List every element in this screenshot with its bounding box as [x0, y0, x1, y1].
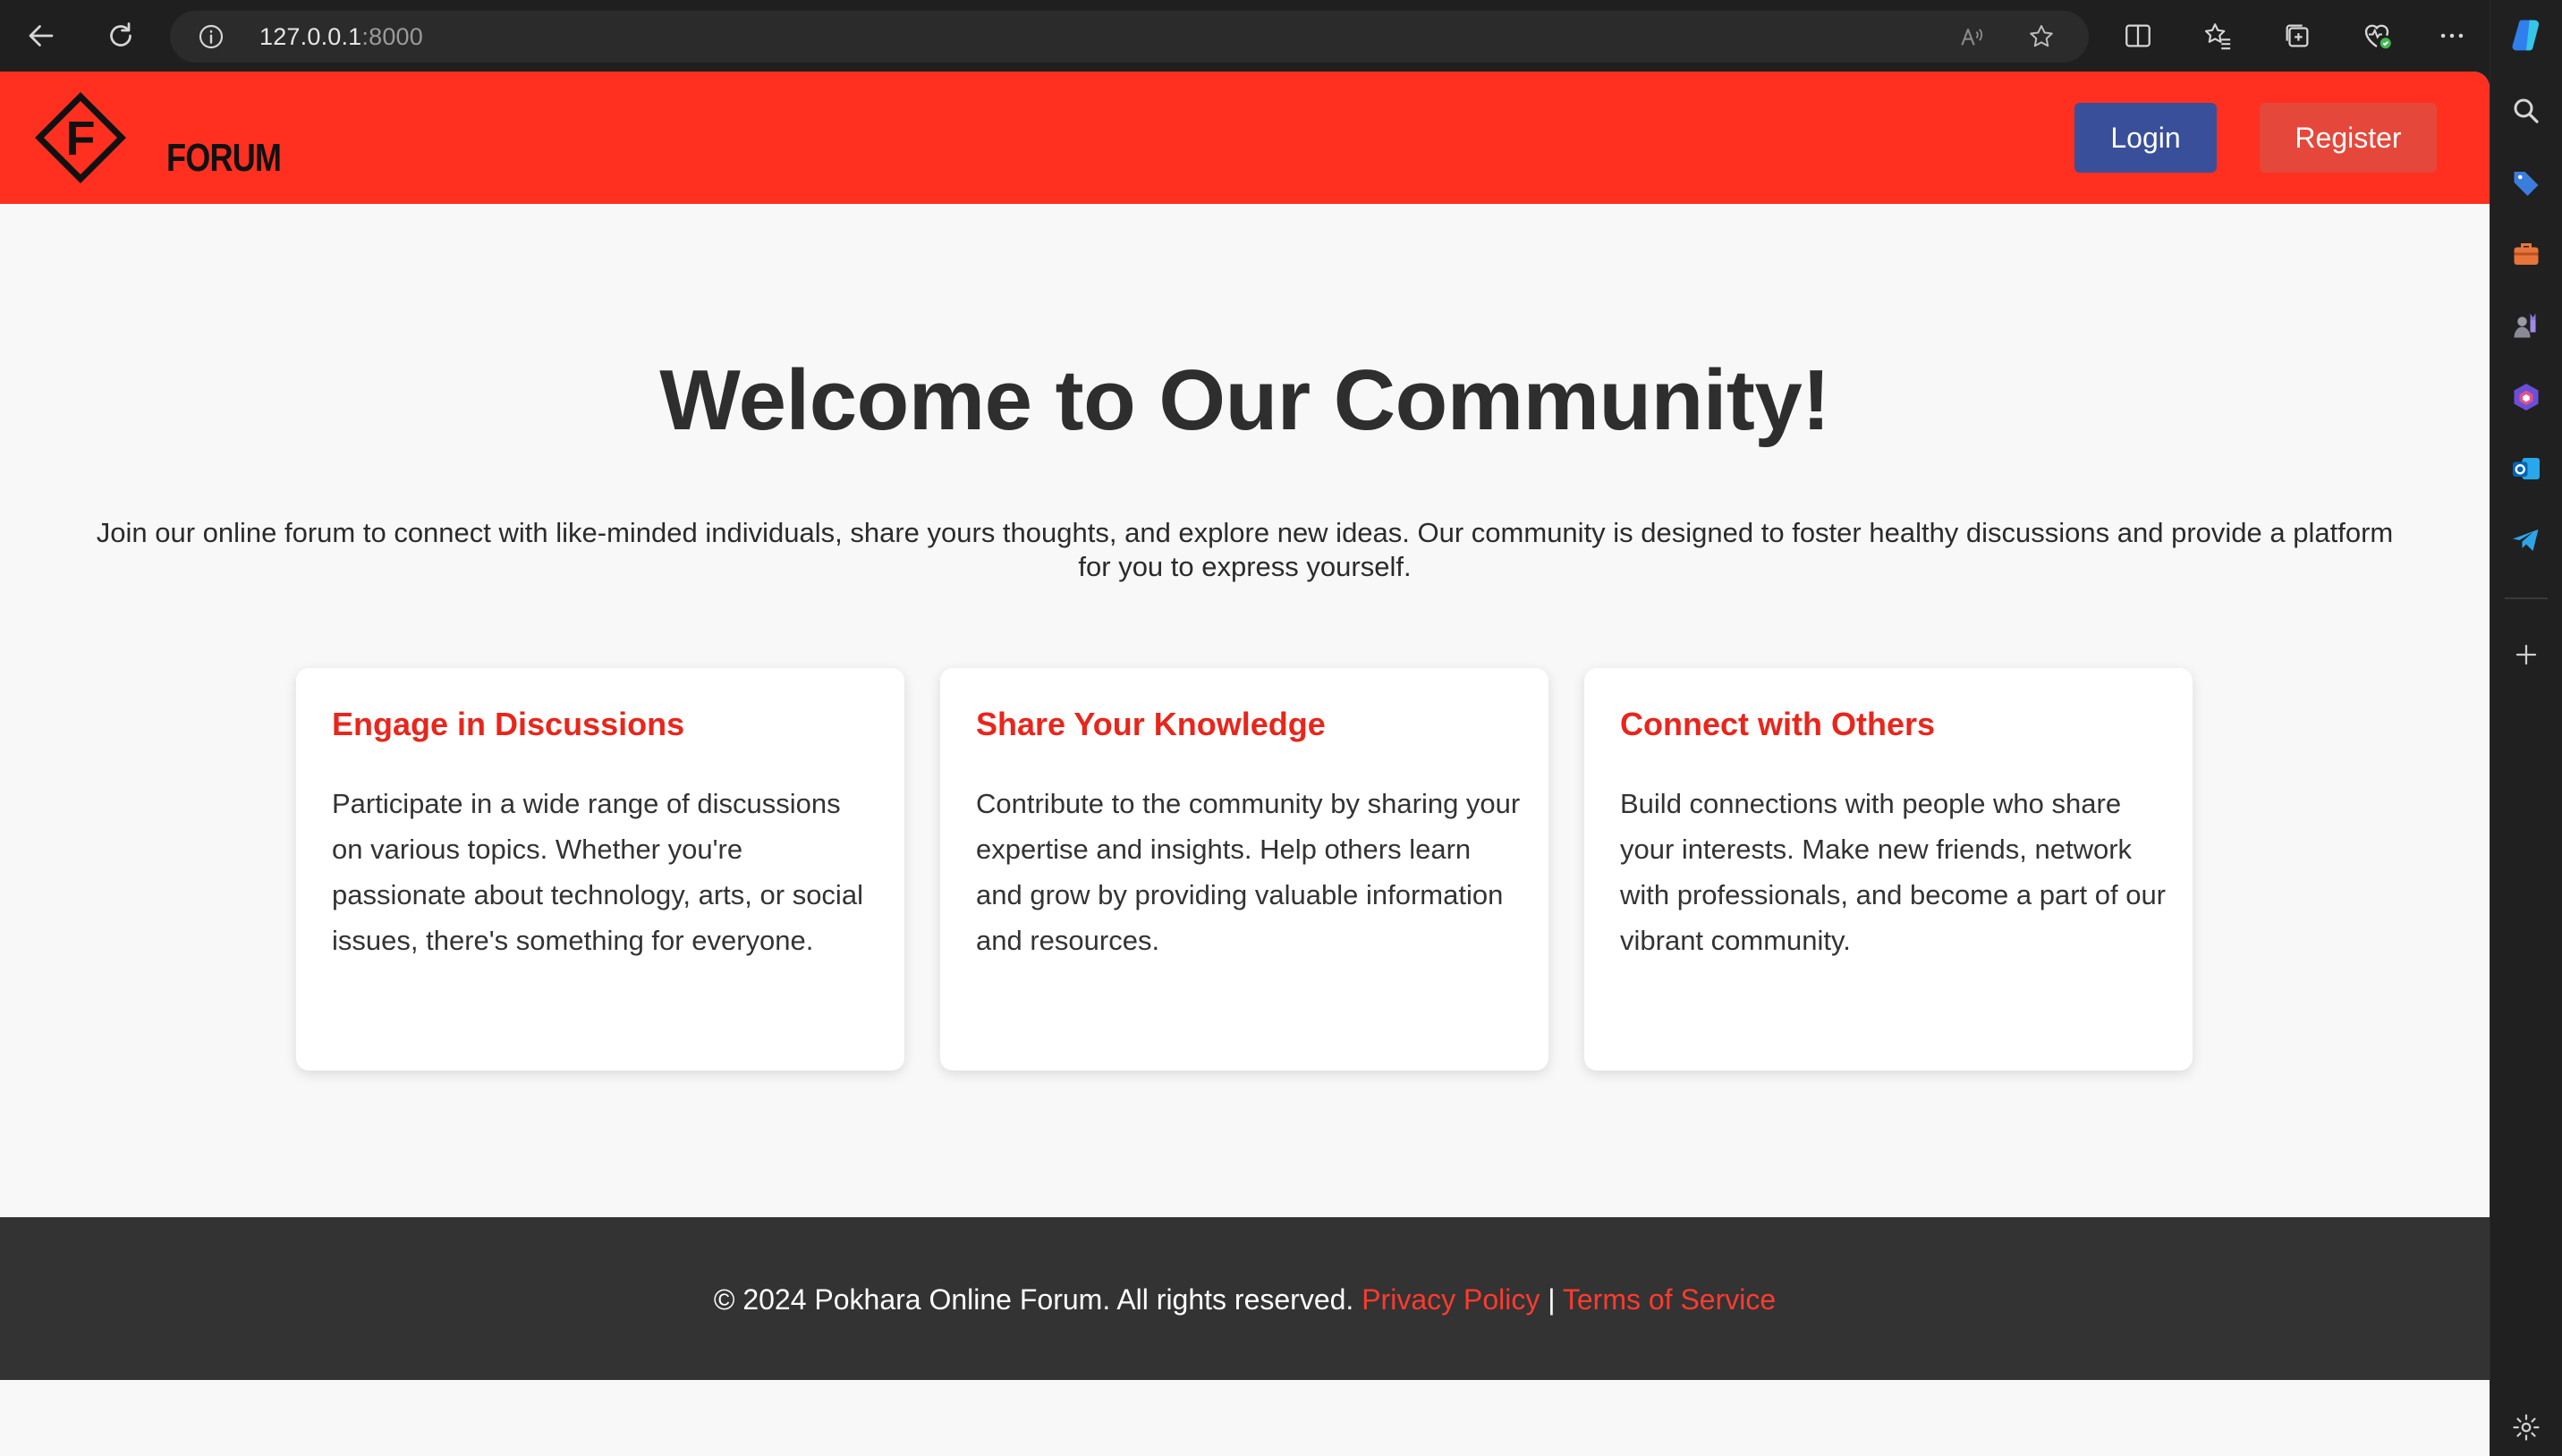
card-body: Build connections with people who share …: [1620, 788, 2167, 956]
add-icon[interactable]: [2507, 635, 2546, 674]
split-screen-icon[interactable]: [2117, 14, 2159, 57]
logo-text: FORUM: [166, 136, 282, 180]
refresh-icon[interactable]: [99, 14, 142, 57]
favorite-star-icon[interactable]: [2027, 22, 2056, 51]
browser-toolbar: 127.0.0.1:8000: [0, 0, 2562, 72]
collections-icon[interactable]: [2276, 14, 2319, 57]
card-title: Share Your Knowledge: [976, 706, 1326, 742]
more-options-icon[interactable]: [2431, 14, 2473, 57]
feature-card-knowledge: Share Your Knowledge Contribute to the c…: [940, 668, 1548, 1071]
shopping-tag-icon[interactable]: [2507, 163, 2546, 202]
site-footer: © 2024 Pokhara Online Forum. All rights …: [0, 1217, 2490, 1380]
copilot-icon[interactable]: [2507, 15, 2546, 55]
browser-essentials-icon[interactable]: [2355, 14, 2398, 57]
back-icon[interactable]: [20, 14, 63, 57]
privacy-policy-link[interactable]: Privacy Policy: [1362, 1283, 1540, 1316]
site-header: F FORUM Login Register: [0, 72, 2490, 204]
hero-description: Join our online forum to connect with li…: [54, 516, 2436, 584]
site-logo[interactable]: F FORUM: [34, 91, 282, 184]
forum-logo-icon: F: [35, 92, 126, 183]
card-title: Engage in Discussions: [332, 706, 685, 742]
site-info-icon[interactable]: [197, 22, 225, 51]
page-viewport: F FORUM Login Register Welcome to Our Co…: [0, 72, 2490, 1456]
browser-sidebar: [2490, 0, 2562, 1456]
url-port: :8000: [361, 23, 423, 50]
feature-card-connect: Connect with Others Build connections wi…: [1584, 668, 2193, 1071]
send-telegram-icon[interactable]: [2507, 521, 2546, 560]
login-button[interactable]: Login: [2074, 103, 2217, 173]
copyright-text: © 2024 Pokhara Online Forum. All rights …: [713, 1283, 1362, 1316]
hero-description-line-2: for you to express yourself.: [1078, 551, 1412, 582]
search-icon[interactable]: [2507, 91, 2546, 131]
footer-text: © 2024 Pokhara Online Forum. All rights …: [0, 1283, 2490, 1316]
favorites-icon[interactable]: [2196, 14, 2239, 57]
tools-briefcase-icon[interactable]: [2507, 234, 2546, 274]
terms-of-service-link[interactable]: Terms of Service: [1563, 1283, 1776, 1316]
register-button[interactable]: Register: [2260, 103, 2437, 173]
address-bar[interactable]: 127.0.0.1:8000: [170, 11, 2089, 63]
hero-description-line-1: Join our online forum to connect with li…: [96, 517, 2394, 548]
settings-gear-icon[interactable]: [2507, 1408, 2546, 1447]
hero-title: Welcome to Our Community!: [659, 352, 1830, 448]
svg-text:F: F: [66, 112, 96, 165]
card-title: Connect with Others: [1620, 706, 1936, 742]
url-host: 127.0.0.1: [259, 23, 362, 50]
read-aloud-icon[interactable]: [1957, 22, 1986, 51]
sidebar-divider: [2505, 597, 2548, 599]
footer-separator: |: [1540, 1283, 1563, 1316]
games-icon[interactable]: [2507, 306, 2546, 345]
office-icon[interactable]: [2507, 377, 2546, 417]
card-body: Contribute to the community by sharing y…: [976, 788, 1521, 956]
feature-card-discussions: Engage in Discussions Participate in a w…: [296, 668, 904, 1071]
outlook-icon[interactable]: [2507, 449, 2546, 488]
card-body: Participate in a wide range of discussio…: [332, 788, 863, 956]
url-text[interactable]: 127.0.0.1:8000: [259, 23, 423, 51]
